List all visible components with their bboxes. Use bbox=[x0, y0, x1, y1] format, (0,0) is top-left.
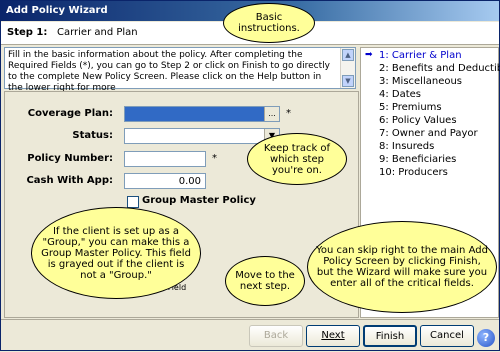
wizard-window: Add Policy Wizard Step 1: Carrier and Pl… bbox=[0, 0, 500, 351]
required-marker: * bbox=[286, 108, 291, 119]
step-item: 2: Benefits and Deductibles bbox=[379, 63, 500, 74]
cancel-button[interactable]: Cancel bbox=[420, 325, 474, 347]
browse-button[interactable]: ... bbox=[264, 107, 279, 121]
next-button[interactable]: Next bbox=[306, 325, 360, 347]
step-item: 3: Miscellaneous bbox=[379, 76, 463, 87]
group-master-checkbox[interactable] bbox=[127, 196, 139, 208]
cash-with-app-value: 0.00 bbox=[178, 176, 201, 187]
policy-number-label: Policy Number: bbox=[27, 153, 113, 164]
step-item: 5: Premiums bbox=[379, 102, 442, 113]
cash-with-app-field[interactable]: 0.00 bbox=[124, 173, 206, 189]
step-number: Step 1: bbox=[7, 27, 48, 38]
step-item: 6: Policy Values bbox=[379, 115, 457, 126]
cash-with-app-label: Cash With App: bbox=[26, 175, 113, 186]
step-name: Carrier and Plan bbox=[57, 27, 138, 38]
instructions-text: Fill in the basic information about the … bbox=[8, 50, 330, 93]
required-marker: * bbox=[212, 153, 217, 164]
back-button[interactable]: Back bbox=[249, 325, 303, 347]
instructions-scrollbar[interactable]: ▲ ▼ bbox=[340, 48, 355, 88]
policy-number-field[interactable] bbox=[124, 151, 206, 167]
window-title: Add Policy Wizard bbox=[6, 5, 108, 16]
step-item: 9: Beneficiaries bbox=[379, 154, 457, 165]
instructions-box[interactable]: Fill in the basic information about the … bbox=[4, 47, 356, 93]
scroll-down-icon[interactable]: ▼ bbox=[342, 75, 354, 87]
callout-finish: You can skip right to the main Add Polic… bbox=[307, 221, 497, 313]
finish-button[interactable]: Finish bbox=[363, 325, 417, 347]
step-item: 10: Producers bbox=[379, 167, 448, 178]
group-master-label: Group Master Policy bbox=[142, 195, 256, 206]
callout-track-step: Keep track of which step you're on. bbox=[247, 133, 347, 185]
step-item: 8: Insureds bbox=[379, 141, 435, 152]
step-item: 1: Carrier & Plan bbox=[379, 50, 462, 61]
help-icon[interactable]: ? bbox=[477, 329, 495, 347]
callout-basic-instructions: Basic instructions. bbox=[223, 3, 315, 43]
step-item: 4: Dates bbox=[379, 89, 422, 100]
step-item: 7: Owner and Payor bbox=[379, 128, 478, 139]
callout-next-step: Move to the next step. bbox=[225, 256, 305, 306]
coverage-plan-field[interactable]: ... bbox=[124, 106, 280, 122]
callout-group-master: If the client is set up as a "Group," yo… bbox=[31, 207, 201, 299]
status-label: Status: bbox=[72, 130, 113, 141]
current-step-arrow-icon: ➡ bbox=[365, 50, 373, 60]
coverage-plan-label: Coverage Plan: bbox=[27, 108, 113, 119]
scroll-up-icon[interactable]: ▲ bbox=[342, 49, 354, 61]
